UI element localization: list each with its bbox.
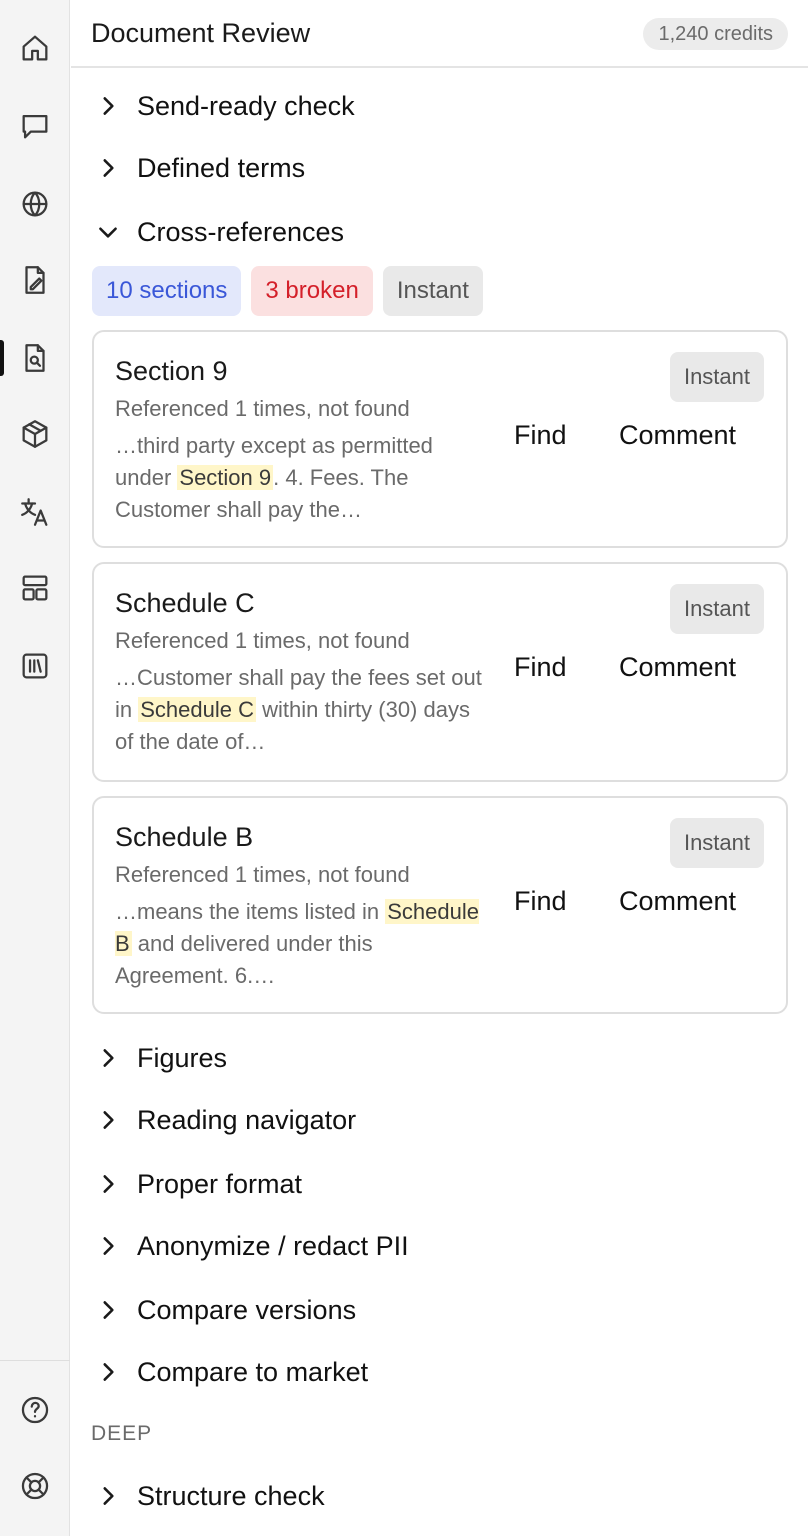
find-button[interactable]: Find xyxy=(514,886,567,917)
instant-badge: Instant xyxy=(669,818,764,868)
mode-badge: Instant xyxy=(382,266,483,316)
accordion-compare-market[interactable]: Compare to market xyxy=(95,1350,368,1394)
accordion-figures[interactable]: Figures xyxy=(95,1036,227,1080)
accordion-label: Reading navigator xyxy=(137,1104,357,1135)
chevron-right-icon xyxy=(95,1359,121,1385)
accordion-label: Figures xyxy=(137,1042,228,1073)
chevron-down-icon xyxy=(95,219,121,245)
cross-ref-card: Section 9 Referenced 1 times, not found … xyxy=(92,330,788,548)
chevron-right-icon xyxy=(95,1483,121,1509)
left-nav-rail xyxy=(0,0,70,1536)
instant-badge: Instant xyxy=(669,352,764,402)
card-title: Schedule C xyxy=(115,588,255,618)
card-snippet: …Customer shall pay the fees set out in … xyxy=(115,665,482,754)
credits-badge: 1,240 credits xyxy=(643,18,788,50)
card-title: Section 9 xyxy=(115,356,228,386)
support-button[interactable] xyxy=(0,1458,70,1514)
accordion-label: Compare versions xyxy=(137,1294,357,1325)
globe-button[interactable] xyxy=(0,176,70,232)
help-icon xyxy=(21,1396,49,1424)
accordion-proper-format[interactable]: Proper format xyxy=(95,1162,302,1206)
cross-ref-summary: 10 sections 3 broken Instant xyxy=(92,266,483,316)
comment-button[interactable]: Comment xyxy=(619,652,736,683)
help-button[interactable] xyxy=(0,1382,70,1438)
card-meta: Referenced 1 times, not found xyxy=(115,396,410,421)
cross-ref-card: Schedule C Referenced 1 times, not found… xyxy=(92,562,788,782)
box-button[interactable] xyxy=(0,406,70,462)
chevron-right-icon xyxy=(95,1297,121,1323)
cross-ref-card: Schedule B Referenced 1 times, not found… xyxy=(92,796,788,1014)
accordion-label: Structure check xyxy=(137,1480,325,1511)
accordion-label: Cross-references xyxy=(137,216,345,247)
chat-icon xyxy=(22,114,48,139)
library-icon xyxy=(22,653,48,679)
chevron-right-icon xyxy=(95,1045,121,1071)
translate-button[interactable] xyxy=(0,484,70,540)
translate-icon xyxy=(21,498,48,526)
file-search-icon xyxy=(25,344,45,372)
card-meta: Referenced 1 times, not found xyxy=(115,628,410,653)
library-button[interactable] xyxy=(0,638,70,694)
box-icon xyxy=(22,420,48,448)
accordion-anonymize[interactable]: Anonymize / redact PII xyxy=(95,1224,409,1268)
file-search-button[interactable] xyxy=(0,330,70,386)
panel-header: Document Review 1,240 credits xyxy=(71,0,808,68)
home-button[interactable] xyxy=(0,20,70,76)
card-meta: Referenced 1 times, not found xyxy=(115,862,410,887)
chevron-right-icon xyxy=(95,155,121,181)
find-button[interactable]: Find xyxy=(514,652,567,683)
accordion-label: Send-ready check xyxy=(137,90,355,121)
sections-count-badge: 10 sections xyxy=(92,266,242,316)
accordion-reading-navigator[interactable]: Reading navigator xyxy=(95,1098,356,1142)
deep-section-label: DEEP xyxy=(91,1422,153,1445)
chat-button[interactable] xyxy=(0,98,70,154)
accordion-send-ready[interactable]: Send-ready check xyxy=(95,84,355,128)
broken-count-badge: 3 broken xyxy=(251,266,373,316)
layout-button[interactable] xyxy=(0,560,70,616)
accordion-compare-versions[interactable]: Compare versions xyxy=(95,1288,356,1332)
snippet-highlight: Section 9 xyxy=(177,465,274,490)
card-snippet: …means the items listed in Schedule B an… xyxy=(115,899,479,988)
chevron-right-icon xyxy=(95,1233,121,1259)
accordion-label: Defined terms xyxy=(137,152,306,183)
accordion-label: Anonymize / redact PII xyxy=(137,1230,409,1261)
lifebuoy-icon xyxy=(21,1472,49,1500)
page-title: Document Review xyxy=(91,18,311,48)
chevron-right-icon xyxy=(95,1107,121,1133)
review-panel: Document Review 1,240 credits Send-ready… xyxy=(71,0,808,1536)
home-icon xyxy=(22,35,48,61)
layout-icon xyxy=(22,575,48,601)
chevron-right-icon xyxy=(95,93,121,119)
card-title: Schedule B xyxy=(115,822,254,852)
accordion-cross-references[interactable]: Cross-references xyxy=(95,210,344,254)
rail-divider xyxy=(0,1360,70,1361)
accordion-defined-terms[interactable]: Defined terms xyxy=(95,146,305,190)
instant-badge: Instant xyxy=(669,584,764,634)
comment-button[interactable]: Comment xyxy=(619,886,736,917)
find-button[interactable]: Find xyxy=(514,420,567,451)
file-edit-icon xyxy=(25,266,45,294)
accordion-label: Proper format xyxy=(137,1168,303,1199)
chevron-right-icon xyxy=(95,1171,121,1197)
card-snippet: …third party except as permitted under S… xyxy=(115,433,433,522)
accordion-structure-check[interactable]: Structure check xyxy=(95,1474,325,1518)
snippet-highlight: Schedule C xyxy=(138,697,256,722)
file-edit-button[interactable] xyxy=(0,252,70,308)
comment-button[interactable]: Comment xyxy=(619,420,736,451)
accordion-label: Compare to market xyxy=(137,1356,369,1387)
globe-icon xyxy=(22,191,48,217)
